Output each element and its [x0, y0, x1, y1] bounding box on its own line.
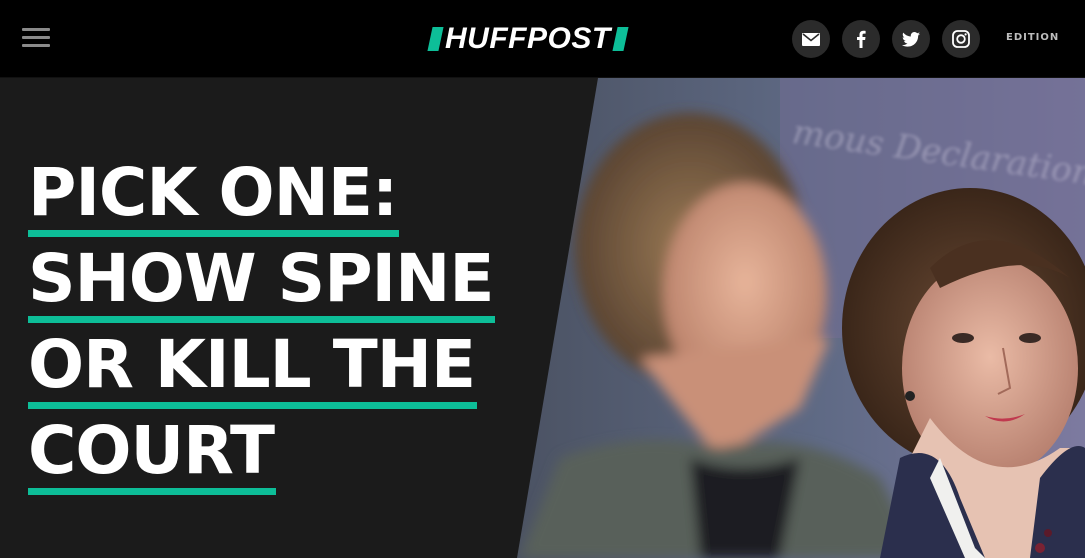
edition-selector[interactable]: EDITION: [1006, 32, 1059, 43]
facebook-icon: [857, 30, 866, 48]
menu-icon-line: [22, 44, 50, 47]
headline-line-text: PICK ONE:: [28, 156, 400, 237]
hero-headline[interactable]: PICK ONE: SHOW SPINE OR KILL THE COURT: [28, 150, 548, 495]
twitter-icon: [902, 31, 920, 47]
menu-icon-line: [22, 36, 50, 39]
headline-line-text: SHOW SPINE: [28, 242, 496, 323]
instagram-icon: [952, 30, 970, 48]
headline-line-text: COURT: [28, 414, 277, 495]
headline-line: OR KILL THE: [28, 322, 548, 409]
top-navigation-bar: HUFFPOST EDITION: [0, 0, 1085, 78]
huffpost-logo[interactable]: HUFFPOST: [427, 22, 629, 55]
facebook-button[interactable]: [842, 20, 880, 58]
menu-icon[interactable]: [22, 28, 50, 48]
menu-icon-line: [22, 28, 50, 31]
twitter-button[interactable]: [892, 20, 930, 58]
headline-line: SHOW SPINE: [28, 236, 548, 323]
email-icon: [802, 32, 820, 46]
headline-line: COURT: [28, 408, 548, 495]
logo-text: HUFFPOST: [445, 22, 611, 55]
hero-section: mous Declaration PICK ONE: SHOW SPINE OR…: [0, 78, 1085, 558]
headline-line-text: OR KILL THE: [28, 328, 478, 409]
headline-line: PICK ONE:: [28, 150, 548, 237]
instagram-button[interactable]: [942, 20, 980, 58]
email-button[interactable]: [792, 20, 830, 58]
